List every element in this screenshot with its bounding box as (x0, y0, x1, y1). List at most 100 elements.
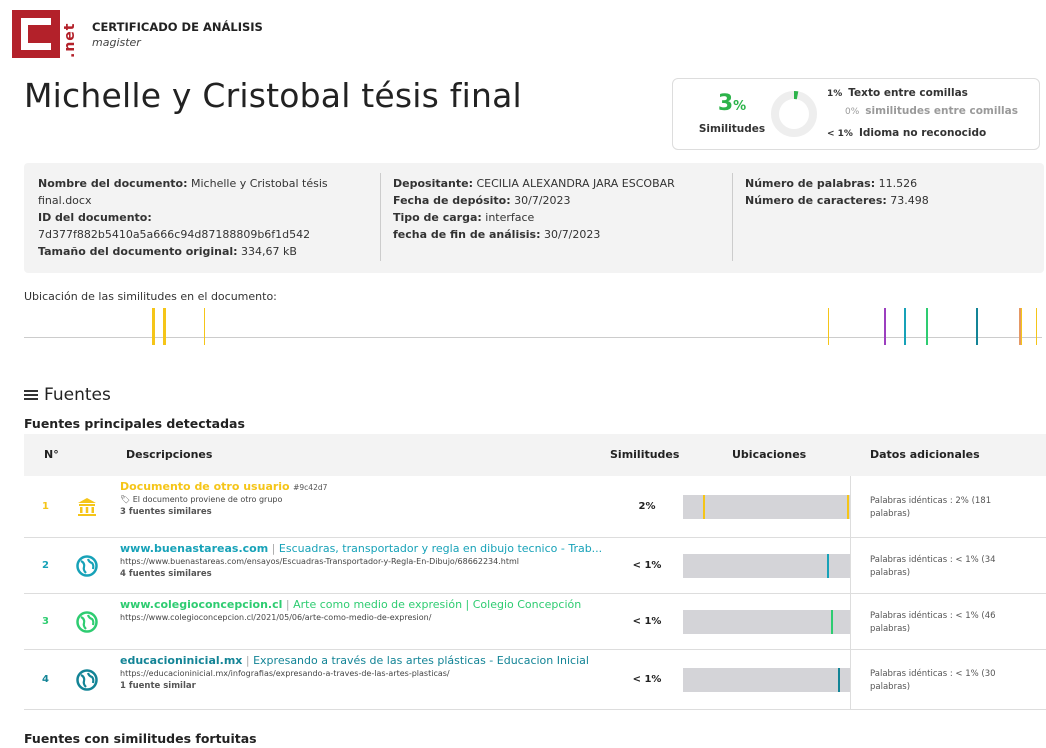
similar-sources-link[interactable]: 3 fuentes similares (120, 507, 630, 517)
similarity-location-mark (827, 308, 829, 345)
source-number: 1 (42, 501, 49, 512)
certificate-title: CERTIFICADO DE ANÁLISIS (92, 20, 263, 34)
globe-icon (76, 555, 98, 577)
similarity-donut-chart (771, 91, 817, 137)
similarity-location-bar (24, 308, 1044, 352)
source-location-mark (830, 610, 833, 634)
source-title-link[interactable]: educacioninicial.mx (120, 654, 242, 667)
source-description: Documento de otro usuario #9c42d7 🏷 El do… (120, 480, 630, 517)
source-similarity-value: 2% (638, 501, 656, 512)
source-additional-data: Palabras idénticas : < 1% (46 palabras) (870, 611, 996, 634)
divider (850, 650, 851, 710)
source-page-title[interactable]: Arte como medio de expresión | Colegio C… (293, 598, 581, 611)
source-location-bar (683, 668, 851, 692)
document-id: 7d377f882b5410a5a666c94d87188809b6f1d542 (38, 228, 311, 241)
similarity-location-mark (883, 308, 886, 345)
source-url[interactable]: https://www.buenastareas.com/ensayos/Esc… (120, 557, 630, 566)
source-row[interactable]: 3 www.colegioconcepcion.cl | Arte como me… (24, 594, 1046, 650)
source-description: www.colegioconcepcion.cl | Arte como med… (120, 598, 630, 622)
source-location-bar (683, 495, 851, 519)
character-count: 73.498 (890, 194, 929, 207)
source-row[interactable]: 2 www.buenastareas.com | Escuadras, trans… (24, 538, 1046, 594)
similar-sources-link[interactable]: 4 fuentes similares (120, 569, 630, 579)
similarity-location-mark (975, 308, 978, 345)
institution-icon (76, 496, 98, 518)
sim-row-quoted-similarities: 0% similitudes entre comillas (845, 105, 1018, 117)
word-count: 11.526 (878, 177, 918, 190)
sim-row-unrecognized-language: < 1% Idioma no reconocido (827, 127, 987, 139)
logo-net-text: .net (62, 22, 78, 58)
divider (380, 173, 381, 261)
report-header: .net CERTIFICADO DE ANÁLISIS magister (12, 10, 263, 60)
source-title-link[interactable]: www.buenastareas.com (120, 542, 268, 555)
source-description: www.buenastareas.com | Escuadras, transp… (120, 542, 630, 579)
divider (732, 173, 733, 261)
source-page-title[interactable]: Expresando a través de las artes plástic… (253, 654, 589, 667)
sources-table: N° Descripciones Similitudes Ubicaciones… (24, 434, 1046, 710)
source-description: educacioninicial.mx | Expresando a travé… (120, 654, 630, 691)
compilatio-logo: .net (12, 10, 82, 58)
info-column-counts: Número de palabras: 11.526 Número de car… (745, 177, 929, 207)
source-title-link[interactable]: Documento de otro usuario (120, 480, 290, 493)
similarity-location-mark (152, 308, 156, 345)
similarity-summary-card: 3% Similitudes 1% Texto entre comillas 0%… (672, 78, 1040, 150)
similarity-location-mark (163, 308, 167, 345)
sources-table-header: N° Descripciones Similitudes Ubicaciones… (24, 434, 1046, 476)
similarity-location-mark (1035, 308, 1037, 345)
source-additional-data: Palabras idénticas : < 1% (34 palabras) (870, 555, 996, 578)
source-row[interactable]: 4 educacioninicial.mx | Expresando a trav… (24, 650, 1046, 710)
col-header-locations: Ubicaciones (732, 448, 807, 461)
source-url[interactable]: https://www.colegioconcepcion.cl/2021/05… (120, 613, 630, 622)
similarity-location-mark (926, 308, 929, 345)
col-header-similarities: Similitudes (610, 448, 680, 461)
certificate-subtitle: magister (92, 36, 141, 49)
similarity-location-mark (203, 308, 205, 345)
source-similarity-value: < 1% (632, 616, 662, 627)
col-header-descriptions: Descripciones (126, 448, 213, 461)
source-location-mark (702, 495, 705, 519)
source-tag: #9c42d7 (293, 483, 328, 492)
sources-heading: Fuentes (24, 385, 111, 405)
source-similarity-value: < 1% (632, 560, 662, 571)
source-additional-data: Palabras idénticas : 2% (181 palabras) (870, 496, 992, 519)
globe-icon (76, 611, 98, 633)
source-page-title[interactable]: Escuadras, transportador y regla en dibu… (279, 542, 602, 555)
source-number: 4 (42, 674, 49, 685)
source-location-mark (827, 554, 830, 578)
document-title: Michelle y Cristobal tésis final (24, 76, 522, 115)
analysis-end-date: 30/7/2023 (543, 228, 601, 241)
similarity-label: Similitudes (698, 123, 766, 135)
col-header-additional-data: Datos adicionales (870, 448, 980, 461)
list-icon (24, 388, 38, 402)
source-location-bar (683, 554, 851, 578)
similarity-location-mark (1020, 308, 1022, 345)
document-info-panel: Nombre del documento: Michelle y Cristob… (24, 163, 1044, 273)
depositor-name: CECILIA ALEXANDRA JARA ESCOBAR (476, 177, 675, 190)
source-similarity-value: < 1% (632, 674, 662, 685)
source-title-link[interactable]: www.colegioconcepcion.cl (120, 598, 282, 611)
source-url[interactable]: https://educacioninicial.mx/infografias/… (120, 669, 630, 678)
divider (850, 538, 851, 594)
info-column-document: Nombre del documento: Michelle y Cristob… (38, 177, 328, 258)
source-url: 🏷 El documento proviene de otro grupo (120, 495, 283, 504)
deposit-date: 30/7/2023 (514, 194, 571, 207)
divider (850, 476, 851, 538)
source-location-bar (683, 610, 851, 634)
similarity-location-label: Ubicación de las similitudes en el docum… (24, 290, 277, 303)
source-location-mark (838, 668, 841, 692)
source-number: 3 (42, 616, 49, 627)
col-header-number: N° (44, 448, 59, 461)
similarity-location-mark (903, 308, 906, 345)
sim-row-quoted: 1% Texto entre comillas (827, 87, 968, 99)
main-sources-heading: Fuentes principales detectadas (24, 416, 245, 431)
similar-sources-link[interactable]: 1 fuente similar (120, 681, 630, 691)
upload-type: interface (485, 211, 535, 224)
source-additional-data: Palabras idénticas : < 1% (30 palabras) (870, 669, 996, 692)
similarity-percent: 3% (717, 91, 747, 116)
globe-icon (76, 669, 98, 691)
source-row[interactable]: 1 Documento de otro usuario #9c42d7 🏷 El d… (24, 476, 1046, 538)
source-number: 2 (42, 560, 49, 571)
document-size: 334,67 kB (241, 245, 297, 258)
incidental-sources-heading: Fuentes con similitudes fortuitas (24, 731, 257, 746)
divider (850, 594, 851, 650)
